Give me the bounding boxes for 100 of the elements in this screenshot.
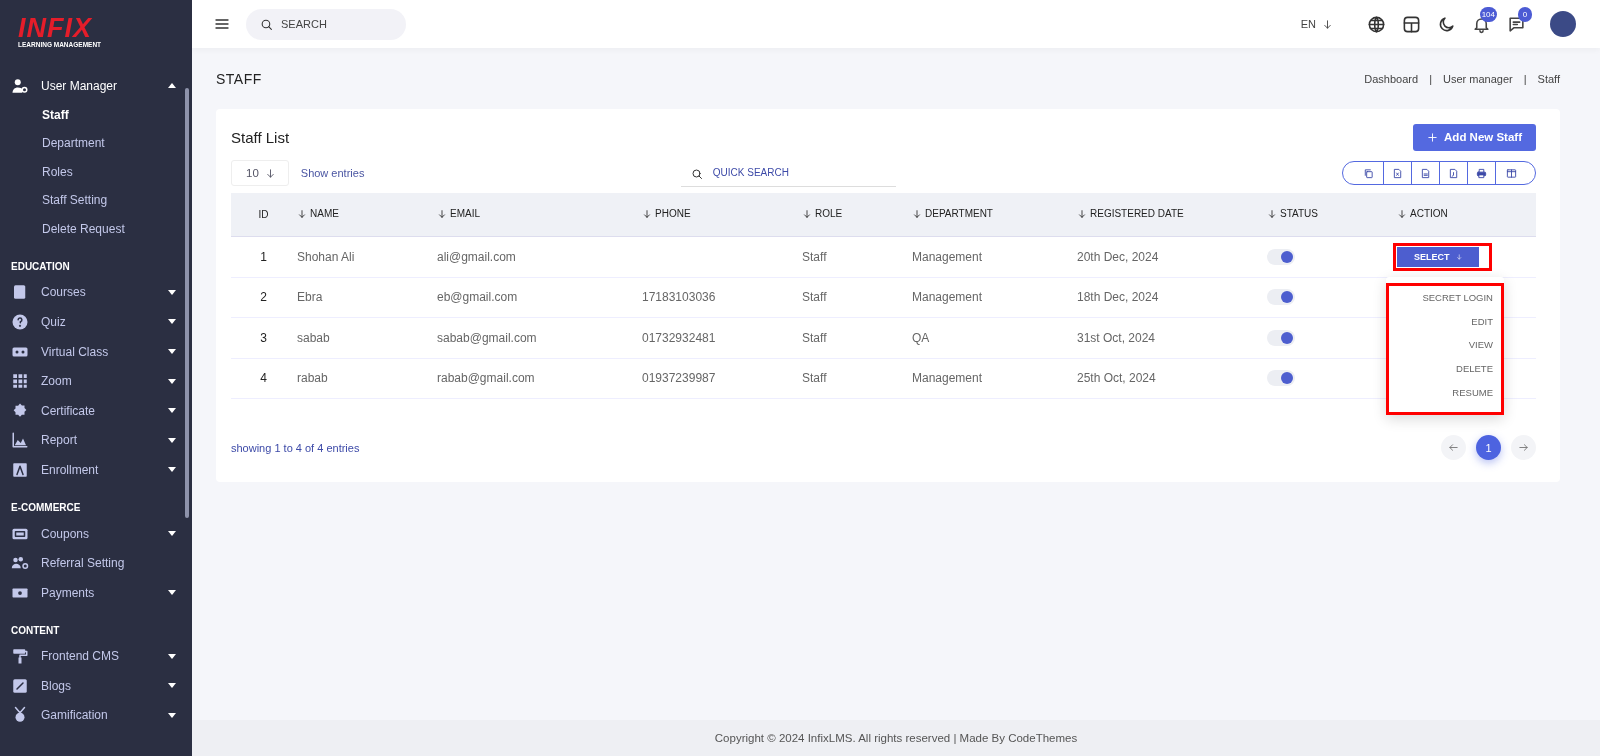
menu-item[interactable]: VIEW bbox=[1397, 333, 1493, 358]
column-header[interactable]: REGISTERED DATE bbox=[1077, 208, 1184, 220]
arrow-down-icon bbox=[264, 167, 276, 179]
file-icon bbox=[1448, 167, 1459, 179]
menu-item[interactable]: SECRET LOGIN bbox=[1397, 286, 1493, 310]
menu-item[interactable]: EDIT bbox=[1397, 309, 1493, 334]
globe-icon[interactable] bbox=[1367, 14, 1386, 34]
column-header[interactable]: EMAIL bbox=[437, 208, 480, 220]
column-header[interactable]: DEPARTMENT bbox=[912, 208, 993, 220]
select-button[interactable]: SELECT bbox=[1397, 246, 1479, 267]
copyright-text: Copyright © 2024 InfixLMS. All rights reserved | Made By CodeThemes bbox=[192, 720, 1600, 756]
caret-icon bbox=[168, 653, 176, 659]
language-selector[interactable]: EN bbox=[1300, 18, 1333, 30]
file-icon bbox=[1392, 167, 1403, 179]
search-field[interactable]: SEARCH bbox=[246, 8, 406, 40]
caret-icon bbox=[168, 83, 176, 89]
sidebar-item[interactable]: Payments bbox=[0, 577, 192, 608]
table-cell: 2 bbox=[260, 290, 267, 305]
arrow-left-icon bbox=[1448, 442, 1459, 453]
add-staff-button[interactable]: Add New Staff bbox=[1413, 123, 1536, 151]
column-header[interactable]: NAME bbox=[297, 208, 339, 220]
table-cell: Staff bbox=[802, 290, 827, 305]
sidebar-item[interactable]: Gamification bbox=[0, 700, 192, 731]
sidebar-item[interactable]: Enrollment bbox=[0, 455, 192, 485]
submenu-item[interactable]: Staff Setting bbox=[0, 186, 108, 215]
status-toggle[interactable] bbox=[1267, 370, 1295, 387]
layout-icon[interactable] bbox=[1402, 14, 1421, 34]
submenu-item[interactable]: Department bbox=[0, 129, 105, 158]
table-cell: Ebra bbox=[297, 290, 323, 305]
table-cell: 31st Oct, 2024 bbox=[1077, 330, 1156, 345]
table-cell: 01937239987 bbox=[642, 371, 716, 386]
chat-icon[interactable] bbox=[1507, 14, 1526, 34]
column-header[interactable]: ROLE bbox=[802, 208, 843, 220]
copy-icon bbox=[1362, 167, 1374, 179]
arrow-down-icon bbox=[1322, 18, 1333, 30]
moon-icon[interactable] bbox=[1437, 14, 1456, 34]
sidebar-item[interactable]: User Manager bbox=[0, 71, 192, 101]
table-cell: 4 bbox=[260, 371, 267, 386]
sidebar-item[interactable]: Zoom bbox=[0, 366, 192, 396]
card-title: Staff List bbox=[231, 128, 290, 146]
sidebar-item[interactable]: Certificate bbox=[0, 395, 192, 426]
page-button[interactable]: 1 bbox=[1476, 435, 1501, 460]
page-size-select[interactable]: 10 bbox=[231, 160, 289, 186]
table-cell: rabab bbox=[297, 371, 328, 386]
table-cell: 17183103036 bbox=[642, 290, 716, 305]
pencil-square-icon bbox=[11, 676, 29, 695]
sidebar-item[interactable]: Blogs bbox=[0, 671, 192, 701]
question-circle-icon bbox=[11, 312, 29, 331]
table-cell: Staff bbox=[802, 330, 827, 345]
arrow-right-icon bbox=[1518, 442, 1529, 453]
arrow-down-icon bbox=[1077, 208, 1087, 219]
caret-icon bbox=[168, 531, 176, 536]
table-cell: Management bbox=[912, 290, 983, 305]
sidebar-item[interactable]: Virtual Class bbox=[0, 336, 192, 367]
column-header[interactable]: STATUS bbox=[1267, 208, 1318, 220]
submenu-item[interactable]: Delete Request bbox=[0, 214, 125, 244]
sidebar-item[interactable]: Referral Setting bbox=[0, 548, 192, 578]
letter-a-icon bbox=[11, 460, 29, 479]
caret-icon bbox=[168, 590, 176, 596]
avatar[interactable] bbox=[1550, 11, 1576, 37]
breadcrumb-separator: | bbox=[1523, 73, 1527, 85]
table-cell: Shohan Ali bbox=[297, 249, 355, 264]
sidebar-item[interactable]: Frontend CMS bbox=[0, 641, 192, 672]
status-toggle[interactable] bbox=[1267, 248, 1295, 265]
menu-icon[interactable] bbox=[214, 16, 230, 32]
show-entries-label: Show entries bbox=[300, 167, 366, 179]
table-cell: eb@gmail.com bbox=[437, 290, 518, 305]
table-cell: 18th Dec, 2024 bbox=[1077, 290, 1159, 305]
printer-icon bbox=[1476, 167, 1487, 179]
column-header[interactable]: ID bbox=[258, 209, 269, 220]
paint-roller-icon bbox=[11, 647, 29, 666]
submenu-item[interactable]: Staff bbox=[0, 100, 69, 130]
column-header[interactable]: ACTION bbox=[1397, 208, 1448, 220]
table-cell: Management bbox=[912, 249, 983, 264]
columns-icon bbox=[1506, 167, 1517, 179]
scrollbar[interactable] bbox=[185, 88, 189, 518]
message-badge: 0 bbox=[1518, 6, 1532, 22]
sidebar-item[interactable]: Quiz bbox=[0, 307, 192, 337]
submenu-item[interactable]: Roles bbox=[0, 157, 73, 187]
menu-item[interactable]: DELETE bbox=[1397, 357, 1493, 381]
table-cell: 3 bbox=[260, 330, 267, 345]
menu-item[interactable]: RESUME bbox=[1397, 380, 1493, 405]
table-cell: 25th Oct, 2024 bbox=[1077, 371, 1156, 386]
sidebar-item[interactable]: Coupons bbox=[0, 518, 192, 549]
table-cell: sabab@gmail.com bbox=[437, 330, 537, 345]
sidebar-item[interactable]: Report bbox=[0, 425, 192, 456]
users-gear-icon bbox=[11, 76, 29, 95]
table-cell: 01732932481 bbox=[642, 330, 716, 345]
sidebar-item[interactable]: Courses bbox=[0, 277, 192, 308]
breadcrumb-link[interactable]: User manager bbox=[1443, 73, 1513, 85]
plus-icon bbox=[1427, 131, 1439, 143]
status-toggle[interactable] bbox=[1267, 329, 1295, 346]
table-cell: Staff bbox=[802, 249, 827, 264]
table-cell: Management bbox=[912, 371, 983, 386]
arrow-down-icon bbox=[1455, 251, 1462, 262]
column-header[interactable]: PHONE bbox=[642, 208, 691, 220]
breadcrumb-link[interactable]: Dashboard bbox=[1364, 73, 1419, 85]
table-cell: ali@gmail.com bbox=[437, 249, 516, 264]
page-title: STAFF bbox=[216, 71, 263, 87]
status-toggle[interactable] bbox=[1267, 289, 1295, 306]
